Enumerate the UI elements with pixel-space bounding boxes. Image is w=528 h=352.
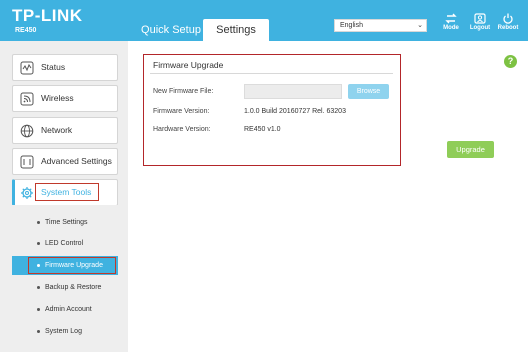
submenu-item-led-control[interactable]: LED Control: [12, 234, 118, 253]
page-title: Firmware Upgrade: [153, 60, 224, 70]
submenu-item-label: LED Control: [45, 240, 84, 247]
submenu-item-time-settings[interactable]: Time Settings: [12, 213, 118, 232]
highlight-box: [28, 257, 116, 274]
network-globe-icon: [20, 124, 34, 138]
sidebar-item-label: Advanced Settings: [41, 156, 112, 166]
upgrade-button[interactable]: Upgrade: [447, 141, 494, 158]
bullet-icon: [37, 330, 40, 333]
language-select[interactable]: English ⌄: [334, 19, 427, 32]
submenu-item-admin-account[interactable]: Admin Account: [12, 300, 118, 319]
sidebar-item-status[interactable]: Status: [12, 54, 118, 81]
brand-logo: TP-LINK: [12, 6, 83, 25]
reboot-icon: [503, 13, 513, 24]
status-icon: [20, 61, 34, 75]
tab-quick-setup[interactable]: Quick Setup: [140, 19, 202, 41]
hardware-version-value: RE450 v1.0: [244, 126, 281, 133]
mode-button[interactable]: Mode: [438, 13, 464, 31]
firmware-version-label: Firmware Version:: [153, 108, 210, 115]
submenu-item-label: System Log: [45, 328, 82, 335]
bullet-icon: [37, 286, 40, 289]
sidebar-item-label: Network: [41, 125, 73, 135]
logout-label: Logout: [469, 25, 491, 31]
firmware-file-input[interactable]: [244, 84, 342, 99]
submenu-item-label: Time Settings: [45, 219, 88, 226]
wireless-icon: [20, 92, 34, 106]
gear-icon: [21, 187, 33, 199]
sidebar-item-network[interactable]: Network: [12, 117, 118, 144]
sidebar-item-wireless[interactable]: Wireless: [12, 85, 118, 112]
submenu-item-backup-restore[interactable]: Backup & Restore: [12, 278, 118, 297]
bullet-icon: [37, 242, 40, 245]
sidebar-item-advanced-settings[interactable]: Advanced Settings: [12, 148, 118, 175]
new-firmware-label: New Firmware File:: [153, 88, 214, 95]
model-name: RE450: [15, 27, 37, 34]
submenu-item-label: Backup & Restore: [45, 284, 102, 291]
help-icon[interactable]: ?: [504, 55, 517, 68]
language-value: English: [340, 22, 363, 29]
submenu-item-system-log[interactable]: System Log: [12, 322, 118, 341]
submenu-item-label: Admin Account: [45, 306, 92, 313]
advanced-settings-icon: [20, 155, 34, 169]
mode-arrows-icon: [445, 13, 457, 24]
firmware-version-value: 1.0.0 Build 20160727 Rel. 63203: [244, 108, 346, 115]
logout-button[interactable]: Logout: [467, 13, 493, 31]
reboot-label: Reboot: [497, 25, 519, 31]
hardware-version-label: Hardware Version:: [153, 126, 211, 133]
browse-button[interactable]: Browse: [348, 84, 389, 99]
system-tools-submenu: Time Settings LED Control Firmware Upgra…: [12, 205, 118, 345]
mode-label: Mode: [443, 25, 459, 31]
chevron-down-icon: ⌄: [417, 22, 423, 29]
tab-settings[interactable]: Settings: [203, 19, 269, 41]
highlight-box: [35, 183, 99, 201]
bullet-icon: [37, 221, 40, 224]
sidebar-item-label: Wireless: [41, 93, 74, 103]
sidebar-item-label: Status: [41, 62, 66, 72]
reboot-button[interactable]: Reboot: [495, 13, 521, 31]
title-divider: [150, 73, 393, 74]
logout-icon: [474, 13, 486, 24]
top-bar: TP-LINK RE450 Quick Setup Settings Engli…: [0, 0, 528, 41]
bullet-icon: [37, 308, 40, 311]
